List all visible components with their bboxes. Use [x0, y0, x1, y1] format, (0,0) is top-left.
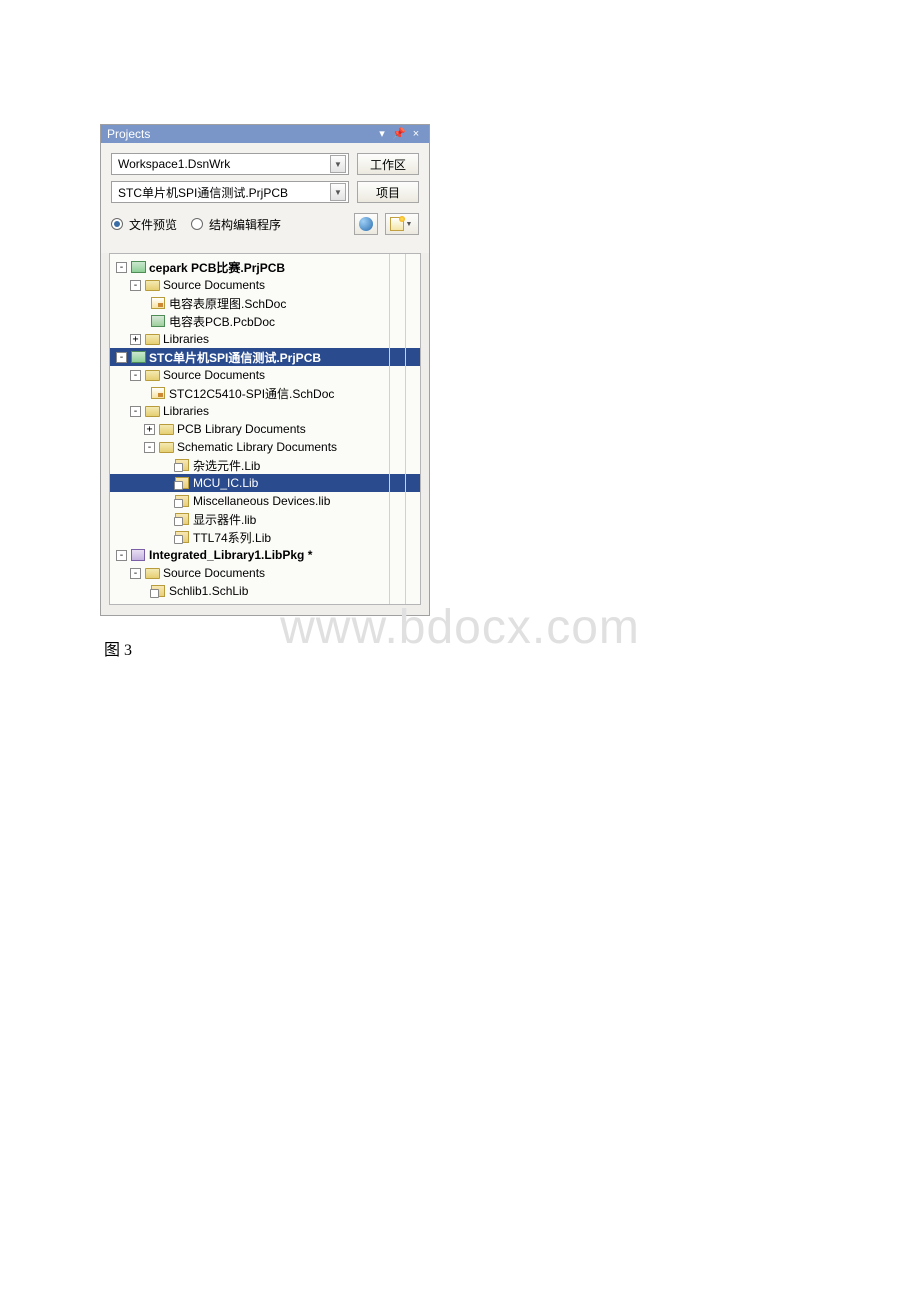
radio-structure-editor[interactable] [191, 218, 203, 230]
library-icon [150, 584, 166, 598]
collapse-icon[interactable]: - [130, 406, 141, 417]
folder-icon [144, 404, 160, 418]
library-icon [174, 476, 190, 490]
tree-label: Miscellaneous Devices.lib [193, 494, 330, 508]
projects-panel: Projects ▾ 📌 × Workspace1.DsnWrk ▼ 工作区 S… [100, 124, 430, 616]
package-icon [130, 548, 146, 562]
tree-label: PCB Library Documents [177, 422, 306, 436]
tree-file[interactable]: STC12C5410-SPI通信.SchDoc [110, 384, 420, 402]
watermark-text: www.bdocx.com [280, 600, 640, 655]
collapse-icon[interactable]: - [130, 370, 141, 381]
tree-label: Libraries [163, 404, 209, 418]
close-icon[interactable]: × [409, 127, 423, 141]
project-value: STC单片机SPI通信测试.PrjPCB [118, 184, 330, 201]
tree-folder[interactable]: - Schematic Library Documents [110, 438, 420, 456]
new-document-icon [390, 217, 404, 231]
globe-icon [359, 217, 373, 231]
folder-icon [144, 278, 160, 292]
workspace-button[interactable]: 工作区 [357, 153, 419, 175]
titlebar-buttons: ▾ 📌 × [375, 127, 423, 141]
tree-file[interactable]: Schlib1.SchLib [110, 582, 420, 600]
tree-label: 电容表原理图.SchDoc [169, 295, 286, 312]
figure-caption: 图 3 [104, 636, 132, 660]
collapse-icon[interactable]: - [130, 568, 141, 579]
tree-folder[interactable]: - Source Documents [110, 276, 420, 294]
pcb-icon [150, 314, 166, 328]
library-icon [174, 512, 190, 526]
tree-project[interactable]: - cepark PCB比赛.PrjPCB [110, 258, 420, 276]
tree-label: STC单片机SPI通信测试.PrjPCB [149, 349, 321, 366]
tree-label: Source Documents [163, 368, 265, 382]
new-doc-button[interactable]: ▼ [385, 213, 419, 235]
folder-icon [144, 566, 160, 580]
tree-label: Integrated_Library1.LibPkg * [149, 548, 312, 562]
radio-file-preview-label: 文件预览 [129, 216, 177, 233]
tree-label: 杂选元件.Lib [193, 457, 260, 474]
tree-file[interactable]: 显示器件.lib [110, 510, 420, 528]
library-icon [174, 530, 190, 544]
schematic-icon [150, 296, 166, 310]
library-icon [174, 458, 190, 472]
workspace-value: Workspace1.DsnWrk [118, 157, 330, 171]
tree-label: Libraries [163, 332, 209, 346]
tree-label: Schematic Library Documents [177, 440, 337, 454]
expand-icon[interactable]: + [130, 334, 141, 345]
tree-project-active[interactable]: - STC单片机SPI通信测试.PrjPCB [110, 348, 420, 366]
project-icon [130, 260, 146, 274]
tree-file[interactable]: 电容表原理图.SchDoc [110, 294, 420, 312]
library-icon [174, 494, 190, 508]
collapse-icon[interactable]: - [116, 352, 127, 363]
tree-folder[interactable]: - Source Documents [110, 366, 420, 384]
chevron-down-icon: ▼ [406, 221, 413, 228]
folder-icon [144, 368, 160, 382]
collapse-icon[interactable]: - [144, 442, 155, 453]
tree-file[interactable]: Miscellaneous Devices.lib [110, 492, 420, 510]
tree-folder[interactable]: - Source Documents [110, 564, 420, 582]
collapse-icon[interactable]: - [116, 550, 127, 561]
panel-titlebar[interactable]: Projects ▾ 📌 × [101, 125, 429, 143]
expand-icon[interactable]: + [144, 424, 155, 435]
tree-label: 显示器件.lib [193, 511, 256, 528]
tree-project[interactable]: - Integrated_Library1.LibPkg * [110, 546, 420, 564]
tree-file-selected[interactable]: MCU_IC.Lib [110, 474, 420, 492]
project-button[interactable]: 项目 [357, 181, 419, 203]
collapse-icon[interactable]: - [116, 262, 127, 273]
tree-folder[interactable]: + PCB Library Documents [110, 420, 420, 438]
radio-file-preview[interactable] [111, 218, 123, 230]
pin-icon[interactable]: 📌 [392, 127, 406, 141]
tree-label: Schlib1.SchLib [169, 584, 248, 598]
chevron-down-icon[interactable]: ▼ [330, 155, 346, 173]
tree-folder[interactable]: - Libraries [110, 402, 420, 420]
tree-label: STC12C5410-SPI通信.SchDoc [169, 385, 334, 402]
collapse-icon[interactable]: - [130, 280, 141, 291]
tree-folder[interactable]: + Libraries [110, 330, 420, 348]
project-icon [130, 350, 146, 364]
tree-file[interactable]: 杂选元件.Lib [110, 456, 420, 474]
tree-label: Source Documents [163, 566, 265, 580]
project-combo[interactable]: STC单片机SPI通信测试.PrjPCB ▼ [111, 181, 349, 203]
tree-file[interactable]: TTL74系列.Lib [110, 528, 420, 546]
panel-controls: Workspace1.DsnWrk ▼ 工作区 STC单片机SPI通信测试.Pr… [101, 143, 429, 253]
tree-file[interactable]: 电容表PCB.PcbDoc [110, 312, 420, 330]
project-tree: - cepark PCB比赛.PrjPCB - Source Documents… [109, 253, 421, 605]
chevron-down-icon[interactable]: ▼ [330, 183, 346, 201]
tree-label: 电容表PCB.PcbDoc [169, 313, 275, 330]
tree-column-divider [389, 254, 390, 604]
tree-label: TTL74系列.Lib [193, 529, 271, 546]
home-button[interactable] [354, 213, 378, 235]
schematic-icon [150, 386, 166, 400]
radio-structure-editor-label: 结构编辑程序 [209, 216, 281, 233]
dropdown-icon[interactable]: ▾ [375, 127, 389, 141]
tree-label: MCU_IC.Lib [193, 476, 258, 490]
folder-icon [144, 332, 160, 346]
folder-icon [158, 422, 174, 436]
folder-icon [158, 440, 174, 454]
tree-column-divider [405, 254, 406, 604]
tree-label: Source Documents [163, 278, 265, 292]
panel-title: Projects [107, 127, 375, 141]
workspace-combo[interactable]: Workspace1.DsnWrk ▼ [111, 153, 349, 175]
tree-label: cepark PCB比赛.PrjPCB [149, 259, 285, 276]
